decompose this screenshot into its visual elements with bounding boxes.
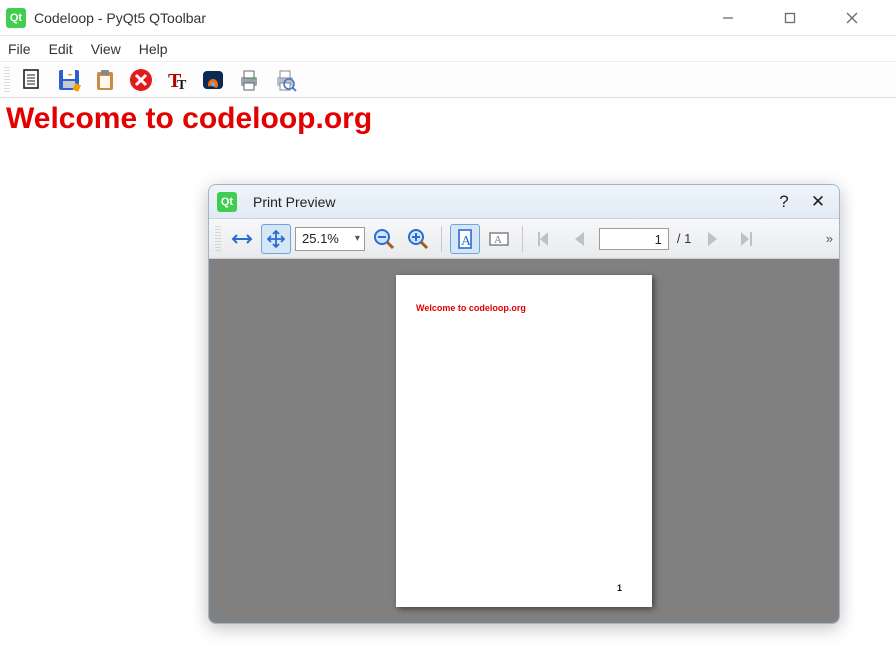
fit-page-icon[interactable] bbox=[261, 224, 291, 254]
separator bbox=[441, 226, 442, 252]
page-number-input[interactable]: 1 bbox=[599, 228, 669, 250]
print-preview-dialog: Qt Print Preview ? ✕ 25.1% ▾ bbox=[208, 184, 840, 624]
dialog-logo: Qt bbox=[217, 192, 237, 212]
menu-view[interactable]: View bbox=[91, 41, 121, 57]
last-page-icon[interactable] bbox=[731, 224, 761, 254]
dialog-toolbar: 25.1% ▾ A A 1 / 1 » bbox=[209, 219, 839, 259]
window-title: Codeloop - PyQt5 QToolbar bbox=[34, 10, 722, 26]
zoom-select[interactable]: 25.1% ▾ bbox=[295, 227, 365, 251]
svg-text:T: T bbox=[177, 78, 187, 93]
prev-page-icon[interactable] bbox=[565, 224, 595, 254]
menubar: File Edit View Help bbox=[0, 36, 896, 62]
close-window-button[interactable] bbox=[846, 12, 880, 24]
copy-icon[interactable] bbox=[18, 65, 48, 95]
editor-content[interactable]: Welcome to codeloop.org bbox=[0, 98, 896, 140]
svg-text:A: A bbox=[461, 234, 472, 249]
dialog-titlebar[interactable]: Qt Print Preview ? ✕ bbox=[209, 185, 839, 219]
preview-page-number: 1 bbox=[617, 583, 622, 593]
dialog-close-button[interactable]: ✕ bbox=[805, 192, 831, 212]
app-logo: Qt bbox=[6, 8, 26, 28]
preview-canvas[interactable]: Welcome to codeloop.org 1 bbox=[209, 259, 839, 623]
maximize-button[interactable] bbox=[784, 12, 818, 24]
menu-edit[interactable]: Edit bbox=[49, 41, 73, 57]
first-page-icon[interactable] bbox=[531, 224, 561, 254]
page-total: / 1 bbox=[673, 231, 693, 246]
close-icon[interactable] bbox=[126, 65, 156, 95]
color-icon[interactable] bbox=[198, 65, 228, 95]
landscape-icon[interactable]: A bbox=[484, 224, 514, 254]
preview-page: Welcome to codeloop.org 1 bbox=[396, 275, 652, 607]
next-page-icon[interactable] bbox=[697, 224, 727, 254]
portrait-icon[interactable]: A bbox=[450, 224, 480, 254]
menu-help[interactable]: Help bbox=[139, 41, 168, 57]
save-icon[interactable] bbox=[54, 65, 84, 95]
dialog-title: Print Preview bbox=[253, 194, 763, 210]
toolbar-grip[interactable] bbox=[4, 67, 10, 93]
dialog-help-button[interactable]: ? bbox=[771, 192, 797, 212]
print-preview-icon[interactable] bbox=[270, 65, 300, 95]
separator-2 bbox=[522, 226, 523, 252]
main-toolbar: TT bbox=[0, 62, 896, 98]
fit-width-icon[interactable] bbox=[227, 224, 257, 254]
zoom-out-icon[interactable] bbox=[369, 224, 399, 254]
dialog-toolbar-grip[interactable] bbox=[215, 226, 221, 252]
font-icon[interactable]: TT bbox=[162, 65, 192, 95]
main-titlebar: Qt Codeloop - PyQt5 QToolbar bbox=[0, 0, 896, 36]
svg-text:A: A bbox=[494, 234, 502, 246]
window-controls bbox=[722, 12, 890, 24]
minimize-button[interactable] bbox=[722, 12, 756, 24]
preview-page-text: Welcome to codeloop.org bbox=[416, 303, 632, 313]
menu-file[interactable]: File bbox=[8, 41, 31, 57]
paste-icon[interactable] bbox=[90, 65, 120, 95]
zoom-value: 25.1% bbox=[302, 231, 339, 246]
chevron-down-icon: ▾ bbox=[355, 233, 360, 244]
zoom-in-icon[interactable] bbox=[403, 224, 433, 254]
heading-text: Welcome to codeloop.org bbox=[6, 102, 372, 135]
print-icon[interactable] bbox=[234, 65, 264, 95]
toolbar-expand-icon[interactable]: » bbox=[826, 231, 833, 246]
